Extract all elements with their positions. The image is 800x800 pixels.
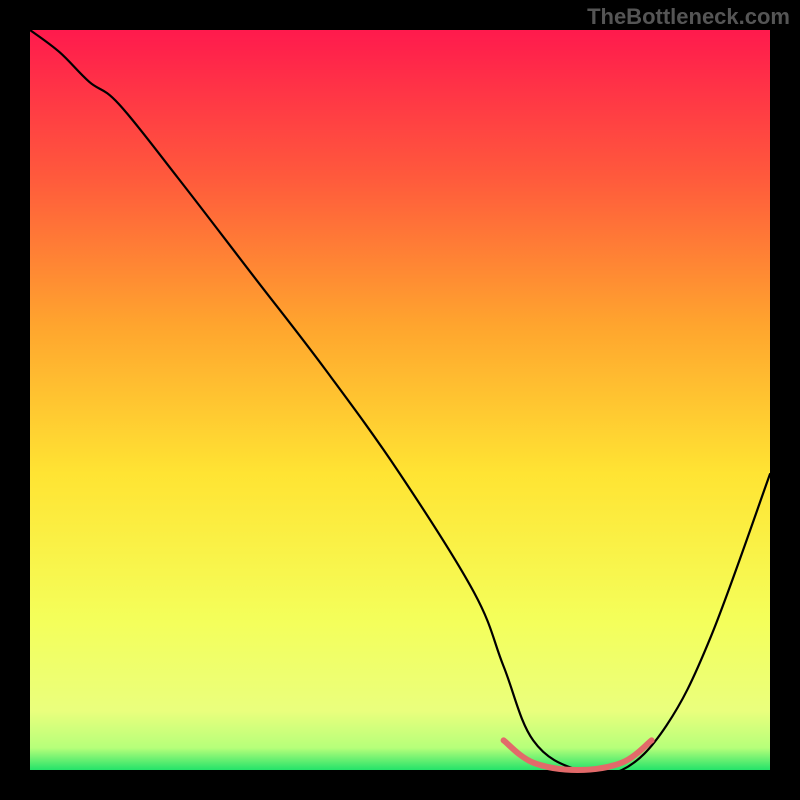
chart-frame: TheBottleneck.com bbox=[0, 0, 800, 800]
plot-background bbox=[30, 30, 770, 770]
watermark-text: TheBottleneck.com bbox=[587, 4, 790, 30]
bottleneck-chart bbox=[0, 0, 800, 800]
